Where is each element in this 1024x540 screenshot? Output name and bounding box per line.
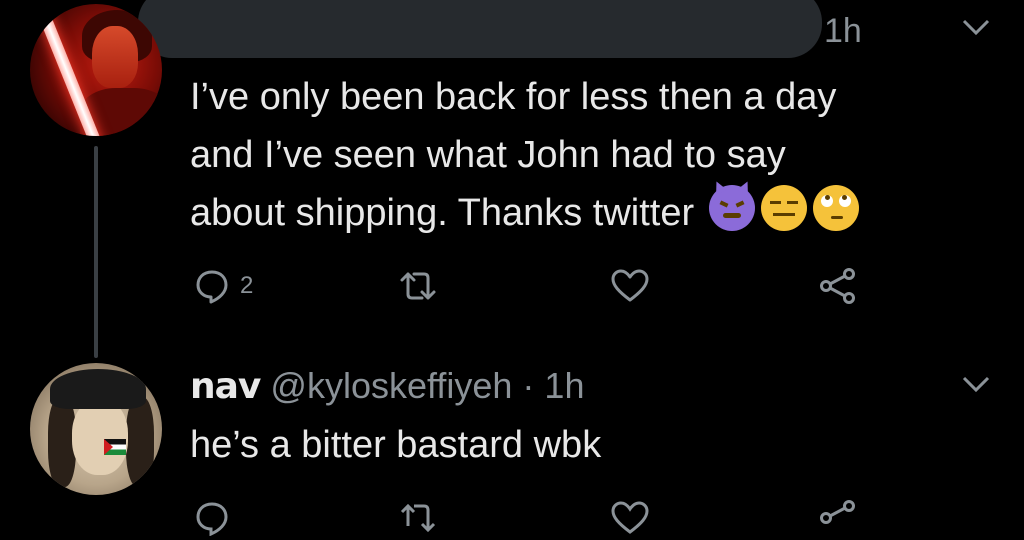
tweet-timestamp[interactable]: 1h (824, 12, 862, 51)
reply-button[interactable]: 2 (194, 268, 253, 304)
meta-separator: · (522, 365, 535, 406)
share-icon (820, 268, 855, 304)
avatar[interactable] (30, 4, 162, 136)
reply-count: 2 (240, 272, 254, 299)
chevron-down-icon[interactable] (962, 18, 990, 36)
user-handle[interactable]: @kyloskeffiyeh (270, 365, 512, 406)
beret-graphic (50, 369, 146, 409)
smiling-imp-icon (708, 185, 755, 231)
retweet-icon (400, 272, 436, 300)
tweet-text-line: and I’ve seen what John had to say (190, 134, 786, 176)
heart-icon (611, 269, 649, 302)
tweet-text-line: I’ve only been back for less then a day (190, 76, 837, 118)
retweet-button[interactable] (398, 500, 438, 536)
reply-header: nav @kyloskeffiyeh · 1h (190, 362, 584, 411)
flag-graphic (104, 439, 126, 455)
display-name[interactable]: nav (190, 366, 261, 407)
chevron-down-icon[interactable] (962, 375, 990, 393)
tweet-action-bar: 2 (190, 268, 870, 308)
reply-icon (196, 502, 228, 536)
emoji-group (708, 185, 859, 231)
like-button[interactable] (610, 268, 650, 304)
like-button[interactable] (610, 500, 650, 536)
redacted-header (138, 0, 822, 58)
retweet-button[interactable] (398, 268, 438, 304)
expressionless-face-icon (760, 185, 807, 231)
share-icon (820, 500, 855, 524)
avatar[interactable] (30, 363, 162, 495)
tweet-text-line: about shipping. Thanks twitter (190, 192, 695, 234)
tweet-text: I’ve only been back for less then a day … (190, 68, 1010, 242)
thread-connector-line (94, 146, 98, 358)
reply-action-bar (190, 500, 870, 540)
retweet-icon (400, 503, 436, 533)
reply-button[interactable] (194, 500, 230, 536)
reply-icon (196, 270, 228, 304)
share-button[interactable] (818, 268, 858, 304)
reply-text: he’s a bitter bastard wbk (190, 424, 602, 466)
share-button[interactable] (818, 500, 858, 536)
heart-icon (611, 501, 649, 534)
face-with-rolling-eyes-icon (812, 185, 859, 231)
reply-timestamp[interactable]: 1h (544, 365, 584, 406)
